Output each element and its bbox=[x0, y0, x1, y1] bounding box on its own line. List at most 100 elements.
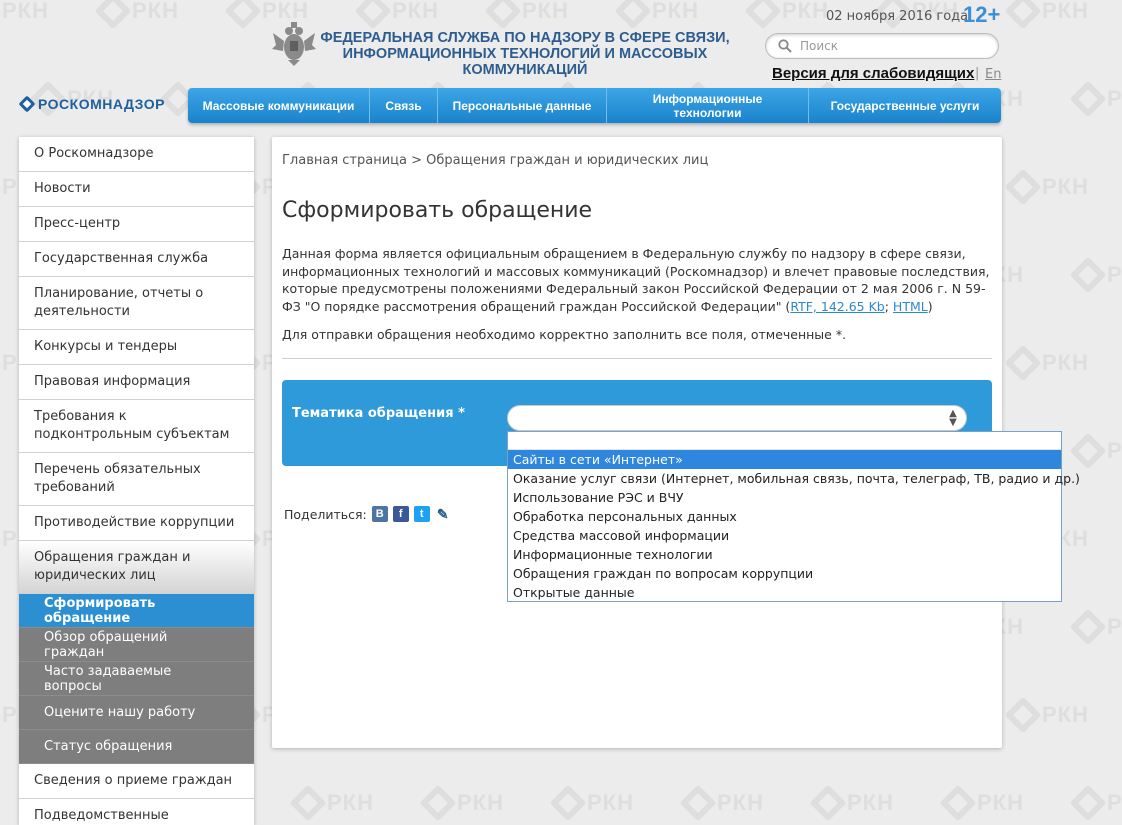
watermark-icon bbox=[1004, 344, 1042, 382]
logo[interactable]: РОСКОМНАДЗОР bbox=[18, 95, 165, 113]
watermark-text: РКН bbox=[1107, 790, 1122, 815]
watermark-tile: РКН bbox=[94, 0, 179, 30]
rtf-link[interactable]: RTF, 142.65 Kb bbox=[790, 299, 884, 314]
dropdown-option[interactable]: Обработка персональных данных bbox=[508, 507, 1061, 526]
sidebar-subitem-appeals-review[interactable]: Обзор обращений граждан bbox=[19, 628, 254, 662]
watermark-icon bbox=[1069, 432, 1107, 470]
watermark-tile: РКН bbox=[1004, 344, 1089, 382]
intro-text: Данная форма является официальным обраще… bbox=[282, 245, 996, 315]
watermark-text: РКН bbox=[2, 0, 49, 23]
dropdown-empty-option[interactable] bbox=[508, 432, 1061, 450]
nav-item-mass-communications[interactable]: Массовые коммуникации bbox=[188, 88, 370, 123]
watermark-text: РКН bbox=[1107, 262, 1122, 287]
sidebar-item-tenders[interactable]: Конкурсы и тендеры bbox=[19, 330, 254, 365]
watermark-icon bbox=[1069, 608, 1107, 646]
sidebar-subitem-create-appeal[interactable]: Сформировать обращение bbox=[19, 594, 254, 628]
nav-item-information-technologies[interactable]: Информационные технологии bbox=[607, 88, 809, 123]
sidebar-item-public-service[interactable]: Государственная служба bbox=[19, 242, 254, 277]
watermark-text: РКН bbox=[522, 0, 569, 23]
dropdown-option[interactable]: Информационные технологии bbox=[508, 545, 1061, 564]
watermark-text: РКН bbox=[782, 0, 829, 23]
watermark-icon bbox=[484, 0, 522, 30]
topic-select[interactable]: ▲▼ bbox=[507, 405, 967, 431]
watermark-tile: РКН bbox=[289, 784, 374, 822]
share-bar: Поделиться: В f t ✎ bbox=[284, 506, 451, 522]
livejournal-icon[interactable]: ✎ bbox=[435, 506, 451, 522]
watermark-tile: РКН bbox=[744, 0, 829, 30]
watermark-text: РКН bbox=[327, 790, 374, 815]
site-title: ФЕДЕРАЛЬНАЯ СЛУЖБА ПО НАДЗОРУ В СФЕРЕ СВ… bbox=[320, 30, 730, 78]
watermark-tile: РКН bbox=[1004, 0, 1089, 30]
logo-icon bbox=[18, 95, 36, 113]
sidebar-item-about[interactable]: О Роскомнадзоре bbox=[19, 137, 254, 172]
watermark-text: РКН bbox=[1042, 0, 1089, 23]
dropdown-option[interactable]: Сайты в сети «Интернет» bbox=[508, 450, 1061, 469]
sidebar-item-requirements[interactable]: Требования к подконтрольным субъектам bbox=[19, 400, 254, 453]
nav-item-personal-data[interactable]: Персональные данные bbox=[438, 88, 607, 123]
sidebar-item-mandatory-requirements[interactable]: Перечень обязательных требований bbox=[19, 453, 254, 506]
watermark-tile: РКН bbox=[1004, 168, 1089, 206]
sidebar-item-news[interactable]: Новости bbox=[19, 172, 254, 207]
search-input[interactable]: Поиск bbox=[765, 33, 999, 59]
main-nav: Массовые коммуникации Связь Персональные… bbox=[188, 88, 1001, 123]
watermark-icon bbox=[1004, 696, 1042, 734]
watermark-tile: РКН bbox=[419, 784, 504, 822]
watermark-text: РКН bbox=[1107, 614, 1122, 639]
sidebar-item-reception-info[interactable]: Сведения о приеме граждан bbox=[19, 764, 254, 799]
dropdown-option[interactable]: Оказание услуг связи (Интернет, мобильна… bbox=[508, 469, 1080, 488]
watermark-icon bbox=[1004, 0, 1042, 30]
current-date: 02 ноября 2016 года bbox=[826, 9, 969, 24]
watermark-icon bbox=[809, 784, 847, 822]
watermark-icon bbox=[1069, 256, 1107, 294]
sidebar-subitem-rate-us[interactable]: Оцените нашу работу bbox=[19, 696, 254, 730]
search-placeholder: Поиск bbox=[800, 39, 839, 53]
watermark-icon bbox=[224, 0, 262, 30]
topic-dropdown-list: Сайты в сети «Интернет» Оказание услуг с… bbox=[507, 431, 1080, 602]
breadcrumb-home[interactable]: Главная страница bbox=[282, 153, 407, 168]
watermark-tile: РКН bbox=[679, 784, 764, 822]
watermark-text: РКН bbox=[132, 0, 179, 23]
sidebar-item-anti-corruption[interactable]: Противодействие коррупции bbox=[19, 506, 254, 541]
sidebar-item-subordinate[interactable]: Подведомственные bbox=[19, 799, 254, 825]
watermark-tile: РКН bbox=[484, 0, 569, 30]
english-link[interactable]: En bbox=[985, 67, 1001, 82]
watermark-icon bbox=[1069, 784, 1107, 822]
low-vision-link[interactable]: Версия для слабовидящих bbox=[772, 65, 974, 82]
watermark-text: РКН bbox=[1042, 702, 1089, 727]
dropdown-option[interactable]: Средства массовой информации bbox=[508, 526, 1061, 545]
page-title: Сформировать обращение bbox=[282, 198, 593, 223]
breadcrumb: Главная страница > Обращения граждан и ю… bbox=[282, 153, 708, 168]
sidebar-item-appeals[interactable]: Обращения граждан и юридических лиц bbox=[19, 541, 254, 594]
facebook-icon[interactable]: f bbox=[392, 506, 409, 522]
watermark-tile: РКН bbox=[549, 784, 634, 822]
html-link[interactable]: HTML bbox=[893, 299, 928, 314]
twitter-icon[interactable]: t bbox=[413, 506, 430, 522]
site-title-line1: ФЕДЕРАЛЬНАЯ СЛУЖБА ПО НАДЗОРУ В СФЕРЕ СВ… bbox=[320, 30, 730, 46]
dropdown-option[interactable]: Обращения граждан по вопросам коррупции bbox=[508, 564, 1061, 583]
watermark-tile: РКН bbox=[1069, 80, 1122, 118]
sidebar-subitem-faq[interactable]: Часто задаваемые вопросы bbox=[19, 662, 254, 696]
dropdown-option[interactable]: Открытые данные bbox=[508, 583, 1061, 602]
link-separator: ; bbox=[884, 298, 893, 314]
nav-item-public-services[interactable]: Государственные услуги bbox=[809, 88, 1001, 123]
watermark-icon bbox=[549, 784, 587, 822]
dropdown-option[interactable]: Использование РЭС и ВЧУ bbox=[508, 488, 1061, 507]
lang-separator: | bbox=[975, 66, 980, 81]
watermark-icon bbox=[289, 784, 327, 822]
sidebar-subitem-appeal-status[interactable]: Статус обращения bbox=[19, 730, 254, 764]
sidebar-item-press-center[interactable]: Пресс-центр bbox=[19, 207, 254, 242]
watermark-tile: РКН bbox=[1069, 256, 1122, 294]
sidebar-item-legal-info[interactable]: Правовая информация bbox=[19, 365, 254, 400]
vk-icon[interactable]: В bbox=[371, 506, 388, 522]
watermark-tile: РКН bbox=[809, 784, 894, 822]
nav-item-communications[interactable]: Связь bbox=[370, 88, 438, 123]
sidebar-item-planning[interactable]: Планирование, отчеты о деятельности bbox=[19, 277, 254, 330]
watermark-text: РКН bbox=[1107, 438, 1122, 463]
watermark-icon bbox=[354, 0, 392, 30]
watermark-text: РКН bbox=[587, 790, 634, 815]
watermark-tile: РКН bbox=[354, 0, 439, 30]
breadcrumb-current[interactable]: Обращения граждан и юридических лиц bbox=[426, 153, 708, 168]
watermark-icon bbox=[1004, 168, 1042, 206]
watermark-text: РКН bbox=[457, 790, 504, 815]
watermark-tile: РКН bbox=[1069, 432, 1122, 470]
